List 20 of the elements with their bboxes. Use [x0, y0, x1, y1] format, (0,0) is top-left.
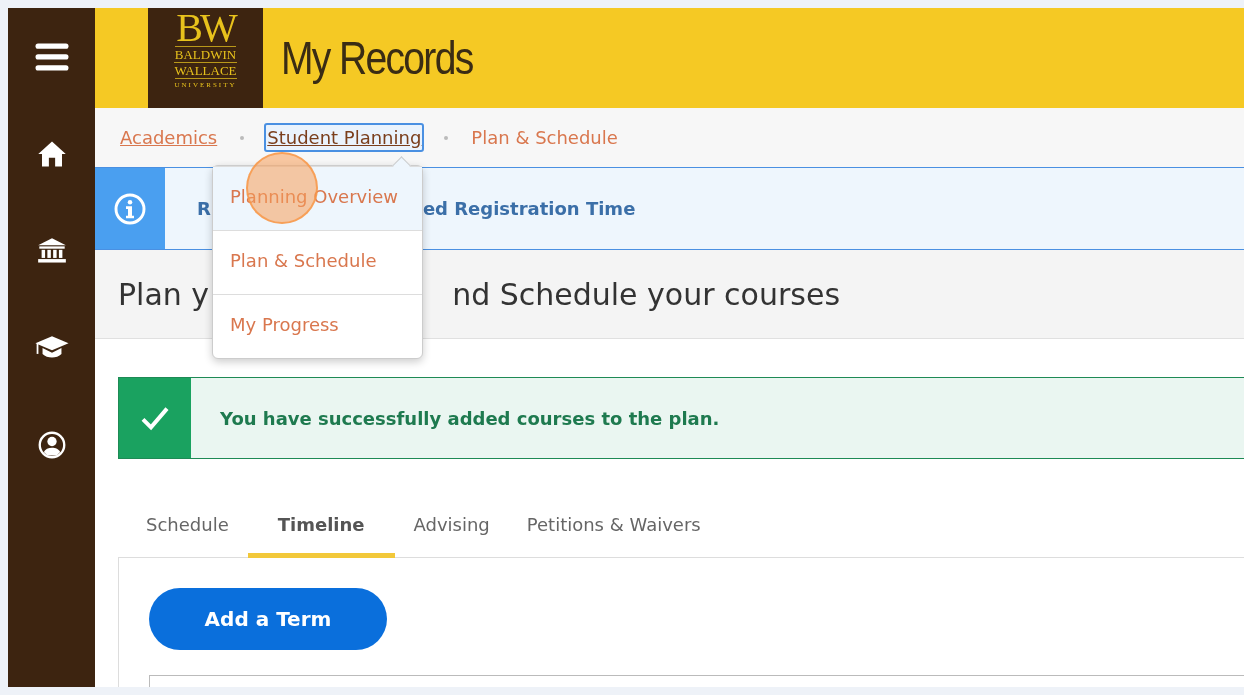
user-icon[interactable] [37, 430, 66, 459]
breadcrumb-link[interactable]: Student Planning [264, 123, 425, 152]
banner-text: ed Registration Time [422, 198, 636, 219]
success-message: You have successfully added courses to the plan. [220, 407, 720, 429]
banner-text: R [197, 198, 211, 219]
home-icon[interactable] [36, 139, 67, 168]
page-title: My Records [281, 31, 473, 85]
breadcrumb-current: Plan & Schedule [470, 126, 619, 150]
breadcrumb-link[interactable]: Academics [117, 123, 221, 152]
menu-item[interactable]: Plan & Schedule [213, 230, 422, 294]
add-term-button[interactable]: Add a Term [149, 588, 387, 650]
tab[interactable]: Advising [395, 500, 508, 558]
tab[interactable]: Petitions & Waivers [508, 500, 719, 558]
page-heading: Plan y [118, 276, 210, 312]
tab[interactable]: Schedule [128, 500, 247, 558]
bank-icon[interactable] [36, 236, 67, 265]
menu-item[interactable]: My Progress [213, 294, 422, 358]
info-icon [114, 192, 146, 225]
page-heading: nd Schedule your courses [452, 276, 840, 312]
tab[interactable]: Timeline [247, 500, 395, 558]
